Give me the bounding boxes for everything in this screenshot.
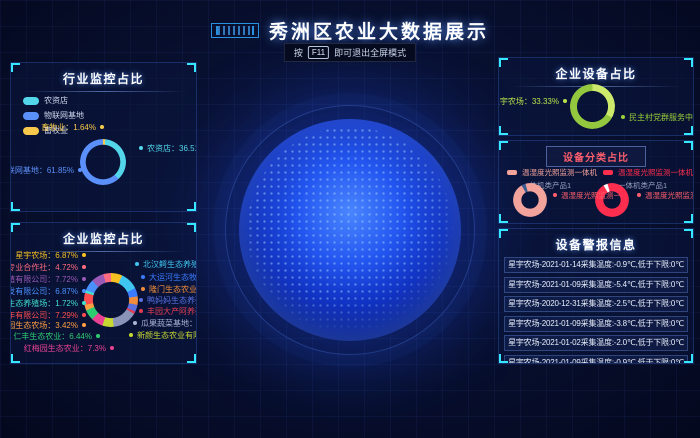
- panel-title: 行业监控占比: [11, 63, 196, 87]
- equipment-donut-chart[interactable]: [570, 84, 615, 129]
- chart-label: 丰园大产阿养殖基地：1.: [139, 307, 197, 317]
- panel-enterprise-ratio: 企业监控占比 星宇农场：6.87% 红颜果蔬专业合作社：4.72% 家缘养殖有限…: [10, 222, 197, 364]
- chart-label: 温湿度光照监测一: [553, 191, 621, 201]
- hint-prefix: 按: [294, 46, 303, 59]
- legend-item[interactable]: 农资店: [23, 95, 84, 106]
- chart-label: 温湿度光照监测一: [637, 191, 694, 201]
- chart-label: 瓜果蔬菜基地：15.02%: [133, 319, 197, 329]
- legend-swatch: [507, 170, 517, 175]
- corner-decoration: [499, 141, 508, 150]
- panel-industry-ratio: 行业监控占比 农资店 物联网基地 畜牧业 畜牧业：1.64% 农资店：36.51…: [10, 62, 197, 212]
- legend-swatch: [23, 127, 39, 135]
- corner-decoration: [499, 354, 508, 363]
- industry-donut-chart[interactable]: [80, 139, 126, 185]
- chart-label: 新颜生态农业有限公司：6.87: [129, 331, 197, 341]
- page-title: 秀洲区农业大数据展示: [269, 17, 489, 44]
- corner-decoration: [11, 223, 20, 232]
- chart-label: 隆门生态农业科技有限公: [141, 285, 197, 295]
- chart-label: 大运河生态牧业有限责任公: [141, 273, 197, 283]
- panel-device-classify: 设备分类占比 温湿度光照监测一体机 一体机类产品1 温湿度光照监测一体机 一体机…: [498, 140, 694, 224]
- corner-decoration: [187, 202, 196, 211]
- corner-decoration: [187, 223, 196, 232]
- corner-decoration: [499, 126, 508, 135]
- legend-swatch: [23, 97, 39, 105]
- header: 秀洲区农业大数据展示: [0, 17, 700, 44]
- alarm-row: 星宇农场-2021-01-09采集温度:-0.9℃,低于下限:0℃: [504, 355, 688, 365]
- chart-label: 农资店：36.51%: [139, 144, 197, 154]
- corner-decoration: [499, 214, 508, 223]
- legend-swatch: [23, 112, 39, 120]
- globe: [239, 119, 461, 341]
- panel-title: 企业监控占比: [11, 223, 196, 247]
- corner-decoration: [11, 63, 20, 72]
- legend-swatch: [603, 170, 613, 175]
- chart-label: 星宇农场：6.87%: [15, 251, 86, 261]
- chart-label: 上华生态养殖场：1.72%: [10, 299, 86, 309]
- corner-decoration: [684, 354, 693, 363]
- panel-title: 设备警报信息: [499, 229, 693, 253]
- chart-label: 民主村党群服务中心：: [621, 113, 694, 123]
- chart-label: 畜牧业：1.64%: [41, 123, 104, 133]
- chart-label: 中侨5年有限公司：7.29%: [10, 311, 86, 321]
- legend-label: 温湿度光照监测一体机: [522, 167, 597, 178]
- logo-badge: [211, 23, 259, 38]
- corner-decoration: [499, 229, 508, 238]
- fullscreen-hint: 按 F11 即可退出全屏模式: [284, 43, 416, 62]
- hint-suffix: 即可退出全屏模式: [334, 46, 406, 59]
- chart-label: 李园生态农场：3.42%: [10, 321, 86, 331]
- legend-label: 温湿度光照监测一体机: [618, 167, 693, 178]
- corner-decoration: [499, 58, 508, 67]
- panel-title: 设备分类占比: [546, 146, 646, 167]
- panel-title: 企业设备占比: [499, 58, 693, 82]
- chart-label: 翔升发有限公司：6.87%: [10, 287, 86, 297]
- corner-decoration: [187, 354, 196, 363]
- panel-device-alarms: 设备警报信息 星宇农场-2021-01-14采集温度:-0.9℃,低于下限:0℃…: [498, 228, 694, 364]
- corner-decoration: [684, 58, 693, 67]
- chart-label: 物联网基地：61.85%: [10, 166, 82, 176]
- corner-decoration: [187, 63, 196, 72]
- chart-label: 仁丰生态农业：6.44%: [13, 332, 100, 342]
- alarm-row: 星宇农场-2021-01-09采集温度:-5.4℃,低于下限:0℃: [504, 277, 688, 293]
- legend-item[interactable]: 温湿度光照监测一体机: [507, 167, 597, 178]
- legend-item[interactable]: 物联网基地: [23, 110, 84, 121]
- chart-label: 鸭妈妈生态养殖场：4.29: [139, 296, 197, 306]
- chart-label: 北汉鳄生态养殖：11.16%: [135, 260, 197, 270]
- dashboard: 秀洲区农业大数据展示 按 F11 即可退出全屏模式 行业监控占比 农资店 物联网…: [0, 0, 700, 438]
- legend-item[interactable]: 温湿度光照监测一体机: [603, 167, 693, 178]
- alarm-row: 星宇农场-2020-12-31采集温度:-2.5℃,低于下限:0℃: [504, 296, 688, 312]
- f11-key: F11: [308, 46, 329, 59]
- alarm-row: 星宇农场-2021-01-09采集温度:-3.8℃,低于下限:0℃: [504, 316, 688, 332]
- panel-equipment-ratio: 企业设备占比 星宇农场：33.33% 民主村党群服务中心：: [498, 57, 694, 136]
- corner-decoration: [11, 354, 20, 363]
- alarm-row: 星宇农场-2021-01-02采集温度:-2.0℃,低于下限:0℃: [504, 335, 688, 351]
- corner-decoration: [684, 214, 693, 223]
- legend-label: 物联网基地: [44, 110, 84, 121]
- industry-legend: 农资店 物联网基地 畜牧业: [23, 95, 84, 140]
- corner-decoration: [684, 229, 693, 238]
- corner-decoration: [684, 141, 693, 150]
- globe-dot-map: [247, 127, 453, 333]
- title-underline: [22, 91, 185, 92]
- alarm-row: 星宇农场-2021-01-14采集温度:-0.9℃,低于下限:0℃: [504, 257, 688, 273]
- corner-decoration: [11, 202, 20, 211]
- corner-decoration: [684, 126, 693, 135]
- chart-label: 红颜果蔬专业合作社：4.72%: [10, 263, 86, 273]
- legend-label: 农资店: [44, 95, 68, 106]
- chart-label: 红梅园生态农业：7.3%: [24, 344, 114, 354]
- chart-label: 家缘养殖有限公司：7.72%: [10, 275, 86, 285]
- enterprise-donut-chart[interactable]: [84, 273, 138, 327]
- panel-title-text: 设备分类占比: [563, 153, 629, 164]
- chart-label: 星宇农场：33.33%: [498, 97, 567, 107]
